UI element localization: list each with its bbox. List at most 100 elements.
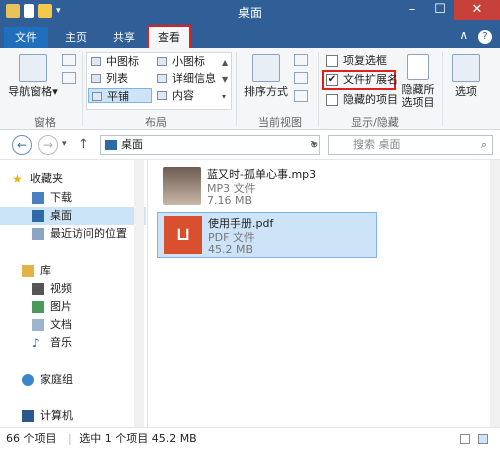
checkbox-label: 隐藏的项目 — [343, 93, 398, 106]
layout-scroll[interactable]: ▲ ▼ ▾ — [222, 54, 228, 105]
minimize-button[interactable]: – — [398, 0, 426, 20]
options-button[interactable]: 选项 — [448, 54, 484, 98]
group-label-current-view: 当前视图 — [258, 116, 302, 129]
recent-locations-icon[interactable]: ▾ — [62, 139, 67, 149]
nav-label: 最近访问的位置 — [50, 227, 127, 240]
navigation-pane-label: 导航窗格 — [8, 85, 53, 98]
homegroup-icon — [22, 374, 34, 386]
preview-pane-icon[interactable] — [62, 54, 76, 66]
nav-recent-places[interactable]: 最近访问的位置 — [0, 225, 146, 243]
nav-label: 计算机 — [40, 409, 73, 422]
item-count: 66 个项目 — [6, 432, 57, 445]
layout-content[interactable]: 内容 — [154, 88, 218, 103]
sort-icon — [252, 54, 280, 82]
tab-view[interactable]: 查看 — [147, 25, 191, 48]
nav-label: 图片 — [50, 300, 72, 313]
details-pane-icon[interactable] — [62, 72, 76, 84]
nav-downloads[interactable]: 下载 — [0, 189, 146, 207]
group-by-icon[interactable] — [294, 54, 308, 66]
nav-videos[interactable]: 视频 — [0, 280, 146, 298]
nav-homegroup[interactable]: 家庭组 — [0, 371, 146, 389]
layout-tiles[interactable]: 平铺 — [88, 88, 152, 103]
hide-selected-button[interactable]: 隐藏所选项目 — [400, 54, 436, 109]
add-columns-icon[interactable] — [294, 72, 308, 84]
nav-desktop[interactable]: 桌面 — [0, 207, 146, 225]
forward-button[interactable]: → — [38, 135, 58, 155]
nav-libraries[interactable]: 库 — [0, 262, 146, 280]
sort-by-label: 排序方式 — [244, 85, 288, 98]
music-icon: ♪ — [32, 336, 40, 350]
layout-label: 平铺 — [107, 90, 129, 103]
sidebar-scrollbar[interactable] — [134, 160, 144, 427]
file-item[interactable]: 蓝又时-孤单心事.mp3 MP3 文件 7.16 MB — [157, 164, 377, 210]
libraries-icon — [22, 265, 34, 277]
nav-music[interactable]: ♪ 音乐 — [0, 334, 146, 352]
nav-label: 音乐 — [50, 336, 72, 349]
pictures-icon — [32, 301, 44, 313]
navigation-pane-button[interactable]: 导航窗格▾ — [8, 54, 58, 98]
refresh-icon[interactable]: ↻ — [310, 140, 318, 151]
checkbox-label: 项复选框 — [343, 54, 387, 67]
ribbon: 导航窗格▾ 窗格 中图标 小图标 列表 详细信息 平铺 内容 ▲ ▼ ▾ 布局 排序… — [0, 48, 500, 130]
file-extensions-toggle[interactable]: ✔ 文件扩展名 — [326, 72, 398, 88]
maximize-button[interactable]: ☐ — [426, 0, 454, 20]
group-label-show-hide: 显示/隐藏 — [351, 116, 399, 129]
hide-selected-icon — [407, 54, 429, 80]
nav-favorites[interactable]: ★ 收藏夹 — [0, 170, 146, 188]
nav-pictures[interactable]: 图片 — [0, 298, 146, 316]
documents-icon — [32, 319, 44, 331]
ribbon-controls: ∧ ? — [459, 28, 492, 44]
navigation-pane-icon — [19, 54, 47, 82]
item-checkboxes-toggle[interactable]: 项复选框 — [326, 53, 387, 69]
layout-medium-icons[interactable]: 中图标 — [88, 54, 152, 69]
nav-label: 库 — [40, 264, 51, 277]
checkbox[interactable] — [326, 55, 338, 67]
status-divider: | — [68, 432, 72, 445]
collapse-ribbon-icon[interactable]: ∧ — [459, 28, 468, 42]
address-path: 桌面 — [121, 138, 143, 151]
help-icon[interactable]: ? — [478, 30, 492, 44]
checkbox-checked[interactable]: ✔ — [326, 74, 338, 86]
nav-label: 文档 — [50, 318, 72, 331]
pdf-file-icon: ⊔ — [164, 216, 202, 254]
nav-documents[interactable]: 文档 — [0, 316, 146, 334]
tab-share[interactable]: 共享 — [104, 27, 144, 48]
address-bar-row: ← → ▾ ↑ 桌面 ▾ 搜索 桌面 ⌕ ↻ — [0, 130, 500, 160]
checkbox[interactable] — [326, 94, 338, 106]
up-button[interactable]: ↑ — [78, 137, 89, 152]
sort-by-button[interactable]: 排序方式 — [240, 54, 292, 98]
nav-computer[interactable]: 计算机 — [0, 407, 146, 425]
tab-home[interactable]: 主页 — [56, 27, 96, 48]
status-bar: 66 个项目 | 选中 1 个项目 45.2 MB — [0, 427, 500, 455]
nav-label: 家庭组 — [40, 373, 73, 386]
group-separator — [442, 52, 443, 126]
file-size: 7.16 MB — [207, 194, 253, 207]
layout-small-icons[interactable]: 小图标 — [154, 54, 218, 69]
large-icons-view-icon[interactable] — [478, 434, 488, 444]
details-view-icon[interactable] — [460, 434, 470, 444]
layout-list[interactable]: 列表 — [88, 71, 152, 86]
group-separator — [318, 52, 319, 126]
nav-label: 桌面 — [50, 209, 72, 222]
file-size: 45.2 MB — [208, 243, 254, 256]
hidden-items-toggle[interactable]: 隐藏的项目 — [326, 92, 398, 108]
layout-label: 内容 — [172, 89, 194, 102]
recent-places-icon — [32, 228, 44, 240]
options-label: 选项 — [455, 85, 477, 98]
nav-label: 视频 — [50, 282, 72, 295]
file-list: 蓝又时-孤单心事.mp3 MP3 文件 7.16 MB ⊔ 使用手册.pdf P… — [149, 160, 490, 427]
close-button[interactable]: ✕ — [454, 0, 500, 20]
search-box[interactable]: 搜索 桌面 ⌕ — [328, 135, 493, 155]
layout-label: 中图标 — [106, 55, 139, 68]
title-bar: ▾ 桌面 – ☐ ✕ — [0, 0, 500, 24]
address-box[interactable]: 桌面 — [100, 135, 320, 155]
layout-details[interactable]: 详细信息 — [154, 71, 224, 86]
search-icon[interactable]: ⌕ — [481, 136, 487, 154]
layout-label: 详细信息 — [172, 72, 216, 85]
content-scrollbar[interactable] — [490, 160, 500, 427]
back-button[interactable]: ← — [12, 135, 32, 155]
file-item-selected[interactable]: ⊔ 使用手册.pdf PDF 文件 45.2 MB — [157, 212, 377, 258]
search-placeholder: 搜索 桌面 — [353, 138, 401, 151]
hide-selected-label: 隐藏所选项目 — [401, 83, 435, 109]
size-columns-icon[interactable] — [294, 90, 308, 102]
